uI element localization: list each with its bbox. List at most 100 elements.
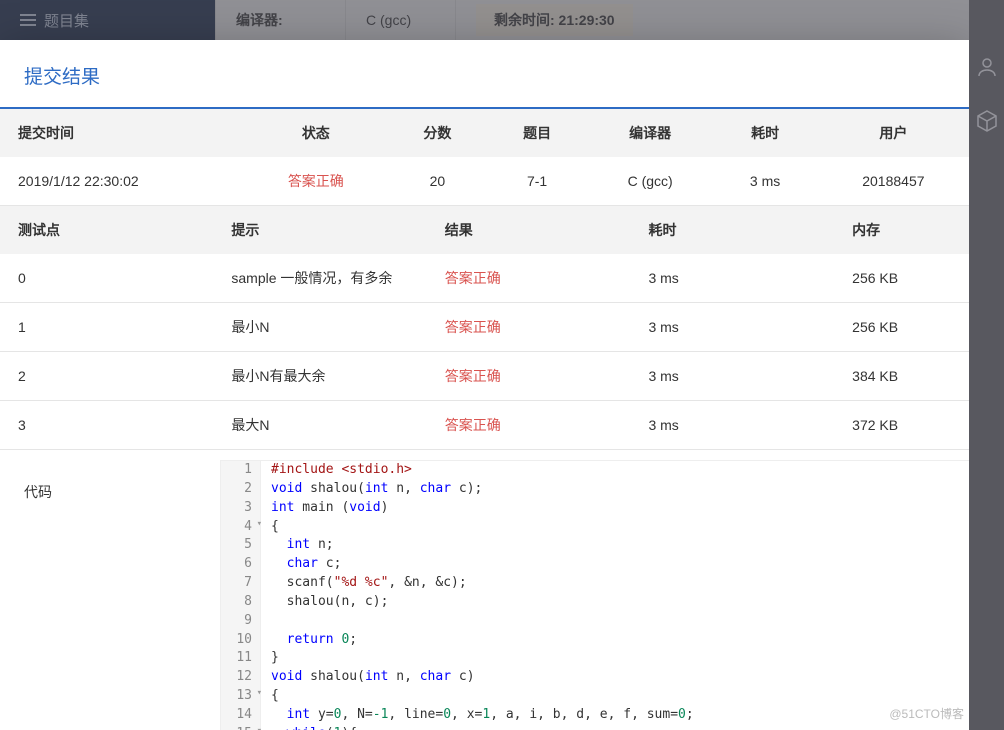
- th-duration: 耗时: [713, 109, 816, 157]
- cell-compiler: C (gcc): [587, 157, 713, 206]
- cell-time: 3 ms: [630, 254, 834, 303]
- cell-tp: 3: [0, 401, 213, 450]
- cell-result: 答案正确: [427, 303, 631, 352]
- code-line: 2void shalou(int n, char c);: [221, 480, 969, 499]
- line-number: 13: [221, 687, 261, 706]
- cell-hint: 最大N: [213, 401, 426, 450]
- cube-icon[interactable]: [975, 109, 999, 133]
- code-line: 4{: [221, 518, 969, 537]
- cell-hint: sample 一般情况，有多余: [213, 254, 426, 303]
- code-line: 1#include <stdio.h>: [221, 461, 969, 480]
- line-number: 9: [221, 612, 261, 631]
- code-line: 11}: [221, 649, 969, 668]
- code-text: {: [261, 518, 279, 537]
- th-user: 用户: [817, 109, 970, 157]
- cell-mem: 256 KB: [834, 303, 970, 352]
- cell-time: 3 ms: [630, 401, 834, 450]
- code-editor[interactable]: 1#include <stdio.h>2void shalou(int n, c…: [220, 460, 970, 730]
- code-text: void shalou(int n, char c): [261, 668, 475, 687]
- line-number: 3: [221, 499, 261, 518]
- cell-time: 3 ms: [630, 303, 834, 352]
- code-line: 5 int n;: [221, 536, 969, 555]
- code-text: }: [261, 649, 279, 668]
- cell-duration: 3 ms: [713, 157, 816, 206]
- th-problem: 题目: [487, 109, 587, 157]
- line-number: 15: [221, 725, 261, 730]
- th-result: 结果: [427, 206, 631, 254]
- code-line: 15 while(1){: [221, 725, 969, 730]
- line-number: 1: [221, 461, 261, 480]
- table-row: 0sample 一般情况，有多余答案正确3 ms256 KB: [0, 254, 970, 303]
- bg-overlay: [0, 0, 1004, 40]
- code-text: char c;: [261, 555, 341, 574]
- line-number: 11: [221, 649, 261, 668]
- code-text: return 0;: [261, 631, 357, 650]
- code-text: shalou(n, c);: [261, 593, 388, 612]
- line-number: 8: [221, 593, 261, 612]
- cell-time: 3 ms: [630, 352, 834, 401]
- cell-result: 答案正确: [427, 352, 631, 401]
- th-time: 提交时间: [0, 109, 244, 157]
- cell-problem[interactable]: 7-1: [487, 157, 587, 206]
- line-number: 14: [221, 706, 261, 725]
- result-modal: 提交结果 提交时间 状态 分数 题目 编译器 耗时 用户 2019/1/12 2…: [0, 40, 970, 730]
- modal-title: 提交结果: [0, 40, 970, 107]
- table-row[interactable]: 2019/1/12 22:30:02 答案正确 20 7-1 C (gcc) 3…: [0, 157, 970, 206]
- cell-result: 答案正确: [427, 254, 631, 303]
- code-text: int y=0, N=-1, line=0, x=1, a, i, b, d, …: [261, 706, 694, 725]
- th-testpoint: 测试点: [0, 206, 213, 254]
- watermark: @51CTO博客: [889, 705, 964, 722]
- cell-mem: 256 KB: [834, 254, 970, 303]
- code-text: int n;: [261, 536, 334, 555]
- th-time: 耗时: [630, 206, 834, 254]
- cell-mem: 372 KB: [834, 401, 970, 450]
- code-text: {: [261, 687, 279, 706]
- code-text: int main (void): [261, 499, 388, 518]
- code-text: while(1){: [261, 725, 357, 730]
- code-line: 13{: [221, 687, 969, 706]
- th-score: 分数: [388, 109, 488, 157]
- code-label: 代码: [0, 460, 220, 524]
- cell-result: 答案正确: [427, 401, 631, 450]
- table-row: 2最小N有最大余答案正确3 ms384 KB: [0, 352, 970, 401]
- submission-table: 提交时间 状态 分数 题目 编译器 耗时 用户 2019/1/12 22:30:…: [0, 109, 970, 206]
- th-status: 状态: [244, 109, 387, 157]
- cell-mem: 384 KB: [834, 352, 970, 401]
- line-number: 10: [221, 631, 261, 650]
- code-text: void shalou(int n, char c);: [261, 480, 482, 499]
- cell-tp: 1: [0, 303, 213, 352]
- code-line: 8 shalou(n, c);: [221, 593, 969, 612]
- th-mem: 内存: [834, 206, 970, 254]
- testcase-table: 测试点 提示 结果 耗时 内存 0sample 一般情况，有多余答案正确3 ms…: [0, 206, 970, 450]
- line-number: 2: [221, 480, 261, 499]
- table-header-row: 测试点 提示 结果 耗时 内存: [0, 206, 970, 254]
- line-number: 5: [221, 536, 261, 555]
- line-number: 6: [221, 555, 261, 574]
- th-hint: 提示: [213, 206, 426, 254]
- table-header-row: 提交时间 状态 分数 题目 编译器 耗时 用户: [0, 109, 970, 157]
- code-line: 6 char c;: [221, 555, 969, 574]
- code-line: 10 return 0;: [221, 631, 969, 650]
- code-section: 代码 1#include <stdio.h>2void shalou(int n…: [0, 450, 970, 730]
- user-icon[interactable]: [975, 55, 999, 79]
- cell-score: 20: [388, 157, 488, 206]
- code-line: 14 int y=0, N=-1, line=0, x=1, a, i, b, …: [221, 706, 969, 725]
- code-text: scanf("%d %c", &n, &c);: [261, 574, 467, 593]
- cell-tp: 0: [0, 254, 213, 303]
- cell-status[interactable]: 答案正确: [244, 157, 387, 206]
- cell-hint: 最小N: [213, 303, 426, 352]
- cell-hint: 最小N有最大余: [213, 352, 426, 401]
- line-number: 7: [221, 574, 261, 593]
- code-line: 9: [221, 612, 969, 631]
- table-row: 1最小N答案正确3 ms256 KB: [0, 303, 970, 352]
- cell-user[interactable]: 20188457: [817, 157, 970, 206]
- line-number: 12: [221, 668, 261, 687]
- th-compiler: 编译器: [587, 109, 713, 157]
- code-text: [261, 612, 271, 631]
- code-line: 3int main (void): [221, 499, 969, 518]
- code-line: 7 scanf("%d %c", &n, &c);: [221, 574, 969, 593]
- code-line: 12void shalou(int n, char c): [221, 668, 969, 687]
- table-row: 3最大N答案正确3 ms372 KB: [0, 401, 970, 450]
- cell-time: 2019/1/12 22:30:02: [0, 157, 244, 206]
- cell-tp: 2: [0, 352, 213, 401]
